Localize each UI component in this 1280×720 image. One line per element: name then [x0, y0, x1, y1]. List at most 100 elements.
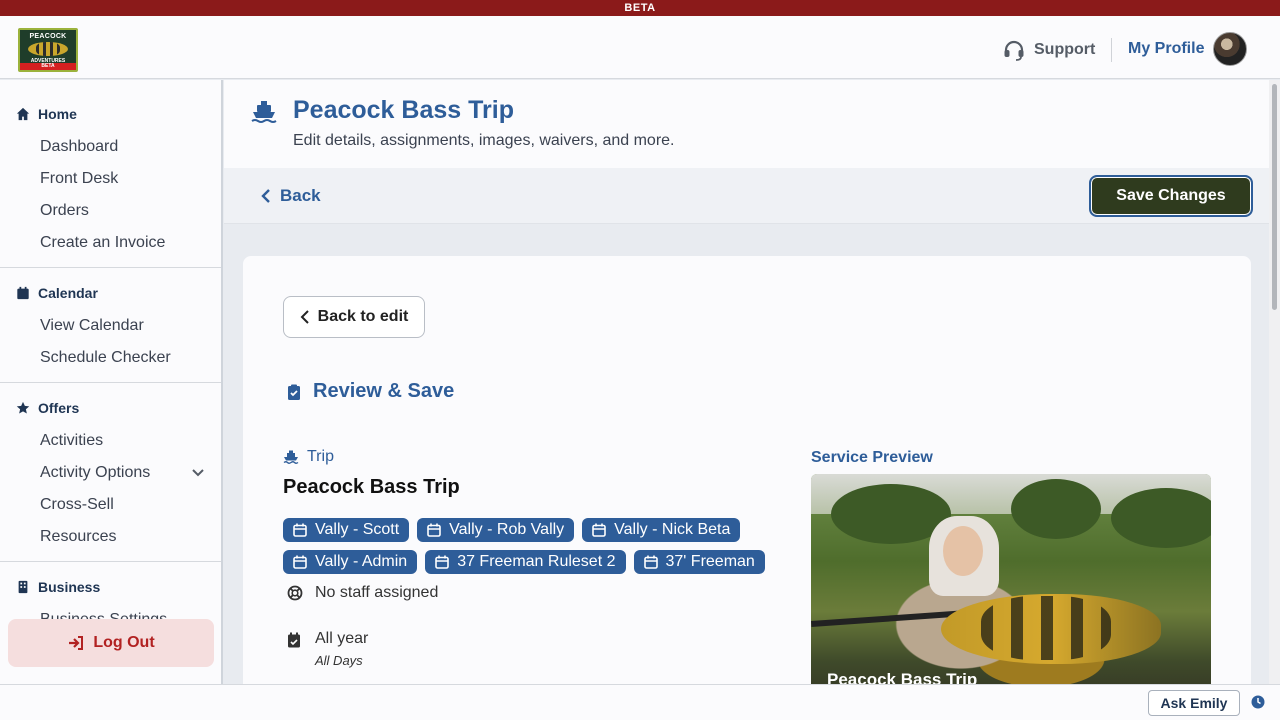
preview-caption: Peacock Bass Trip	[827, 670, 978, 684]
sidebar-section-title: Business	[38, 579, 101, 595]
home-icon	[16, 107, 30, 121]
calendar-icon	[427, 523, 441, 537]
sidebar-divider	[0, 382, 221, 383]
assignment-tag: Vally - Rob Vally	[417, 518, 575, 542]
preview-angler-face	[943, 526, 983, 576]
header-divider	[1111, 38, 1112, 62]
calendar-icon	[643, 555, 658, 569]
page-title: Peacock Bass Trip	[293, 96, 514, 124]
schedule-summary: All year All Days	[287, 630, 368, 668]
top-header: PEACOCK ADVENTURES BETA Support My Profi…	[0, 16, 1280, 79]
sidebar-item-activity-options-row[interactable]: Activity Options	[0, 457, 221, 489]
clipboard-check-icon	[288, 384, 300, 400]
review-heading: Review & Save	[287, 380, 454, 403]
sidebar-section-title: Home	[38, 106, 77, 122]
trip-name: Peacock Bass Trip	[283, 476, 460, 498]
logo-text-beta: BETA	[20, 63, 76, 70]
save-changes-button[interactable]: Save Changes	[1089, 175, 1253, 217]
sidebar-section-calendar[interactable]: Calendar	[0, 276, 221, 310]
preview-tree	[1011, 479, 1101, 539]
assignment-tag-label: Vally - Admin	[315, 553, 408, 570]
sidebar-item-create-invoice[interactable]: Create an Invoice	[0, 227, 221, 259]
trip-section-label: Trip	[283, 448, 334, 466]
back-to-edit-label: Back to edit	[317, 308, 409, 325]
staff-status: No staff assigned	[287, 584, 438, 602]
star-icon	[16, 401, 30, 414]
calendar-check-icon	[288, 632, 300, 648]
logout-label: Log Out	[93, 634, 155, 651]
service-preview-label: Service Preview	[811, 449, 933, 466]
sidebar-item-front-desk[interactable]: Front Desk	[0, 163, 221, 195]
sidebar-section-title: Calendar	[38, 285, 98, 301]
ship-icon	[251, 101, 277, 123]
assignment-tag-label: 37 Freeman Ruleset 2	[457, 553, 616, 570]
assignment-tag: Vally - Admin	[283, 550, 418, 574]
schedule-sub: All Days	[315, 653, 363, 668]
ship-icon	[283, 450, 299, 464]
chevron-left-icon	[261, 189, 270, 203]
headset-icon	[1004, 40, 1024, 61]
clock-icon[interactable]	[1251, 695, 1265, 709]
avatar[interactable]	[1213, 32, 1247, 66]
sidebar-item-dashboard[interactable]: Dashboard	[0, 131, 221, 163]
back-to-edit-button[interactable]: Back to edit	[283, 296, 425, 338]
logo-fish-stripes	[36, 42, 60, 56]
assignment-tag-label: 37' Freeman	[665, 553, 755, 570]
sidebar: Home Dashboard Front Desk Orders Create …	[0, 80, 223, 684]
sidebar-item-orders[interactable]: Orders	[0, 195, 221, 227]
calendar-icon	[592, 523, 606, 537]
assignment-tag-label: Vally - Scott	[315, 521, 400, 538]
logo-text-peacock: PEACOCK	[29, 33, 67, 40]
sidebar-item-activities[interactable]: Activities	[0, 425, 221, 457]
sidebar-section-home[interactable]: Home	[0, 97, 221, 131]
sidebar-divider	[0, 561, 221, 562]
calendar-icon	[435, 555, 449, 569]
calendar-icon	[293, 555, 307, 569]
sidebar-item-resources[interactable]: Resources	[0, 521, 221, 553]
sidebar-section-title: Offers	[38, 400, 80, 416]
back-label: Back	[280, 186, 321, 205]
schedule-main: All year	[315, 630, 369, 647]
chevron-left-icon	[300, 310, 309, 324]
preview-fish-stripes	[981, 596, 1111, 660]
beta-banner: BETA	[0, 0, 1280, 16]
calendar-icon	[293, 523, 307, 537]
brand-logo[interactable]: PEACOCK ADVENTURES BETA	[18, 28, 78, 72]
ask-emily-button[interactable]: Ask Emily	[1148, 690, 1240, 716]
calendar-icon	[17, 286, 29, 300]
sidebar-item-cross-sell[interactable]: Cross-Sell	[0, 489, 221, 521]
chevron-down-icon[interactable]	[191, 467, 205, 479]
sidebar-item-schedule-checker[interactable]: Schedule Checker	[0, 342, 221, 374]
assignment-tag-label: Vally - Nick Beta	[614, 521, 731, 538]
main-content: Peacock Bass Trip Edit details, assignme…	[224, 80, 1269, 684]
assignment-tag: 37 Freeman Ruleset 2	[425, 550, 626, 574]
logout-icon	[69, 636, 84, 650]
back-button[interactable]: Back	[260, 186, 321, 206]
scrollbar-thumb[interactable]	[1272, 84, 1277, 310]
review-heading-text: Review & Save	[313, 380, 455, 402]
trip-label-text: Trip	[307, 448, 334, 465]
no-staff-text: No staff assigned	[315, 584, 439, 601]
sidebar-item-activity-options[interactable]: Activity Options	[0, 457, 221, 489]
assignment-tag-label: Vally - Rob Vally	[449, 521, 565, 538]
preview-tree	[1111, 488, 1211, 548]
page-header: Peacock Bass Trip Edit details, assignme…	[224, 80, 1269, 168]
assignment-tag: Vally - Scott	[283, 518, 410, 542]
sidebar-item-view-calendar[interactable]: View Calendar	[0, 310, 221, 342]
page-subtitle: Edit details, assignments, images, waive…	[293, 132, 675, 149]
logout-button[interactable]: Log Out	[8, 619, 214, 667]
service-preview-image: Peacock Bass Trip	[811, 474, 1211, 684]
support-label: Support	[1034, 41, 1096, 58]
assignment-tags: Vally - Scott Vally - Rob Vally Vally - …	[283, 518, 773, 574]
my-profile-link[interactable]: My Profile	[1128, 40, 1204, 58]
assignment-tag: Vally - Nick Beta	[582, 518, 741, 542]
review-card: Back to edit Review & Save Trip Peacock …	[243, 256, 1251, 684]
bottom-bar: Ask Emily	[0, 684, 1280, 720]
main-scrollbar[interactable]	[1269, 80, 1280, 684]
support-link[interactable]: Support	[1002, 38, 1095, 62]
assignment-tag: 37' Freeman	[633, 550, 765, 574]
building-icon	[18, 580, 28, 594]
sidebar-section-business[interactable]: Business	[0, 570, 221, 604]
sidebar-divider	[0, 267, 221, 268]
sidebar-section-offers[interactable]: Offers	[0, 391, 221, 425]
